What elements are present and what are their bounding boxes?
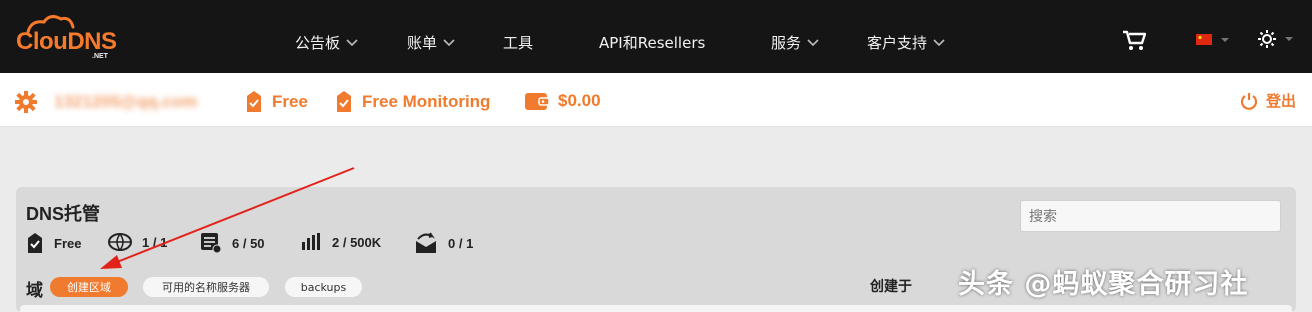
language-selector[interactable] bbox=[1196, 34, 1230, 45]
stat-mail-value: 0 / 1 bbox=[448, 235, 474, 251]
caret-down-icon bbox=[1285, 37, 1293, 41]
account-email: 1321205@qq.com bbox=[54, 92, 198, 111]
stat-queries: 2 / 500K bbox=[300, 232, 381, 252]
plan-label: Free bbox=[272, 92, 308, 111]
cart-button[interactable] bbox=[1122, 30, 1146, 52]
wallet-icon bbox=[525, 93, 550, 110]
monitoring-label: Free Monitoring bbox=[362, 92, 491, 111]
bar-chart-icon bbox=[302, 233, 320, 250]
stat-zones-value: 1 / 1 bbox=[142, 234, 168, 250]
nav-support-label: 客户支持 bbox=[867, 33, 928, 52]
created-column-header: 创建于 bbox=[870, 279, 912, 295]
gear-icon bbox=[15, 91, 37, 113]
stat-mail-forwards: 0 / 1 bbox=[414, 232, 473, 254]
nav-bulletin[interactable]: 公告板 bbox=[295, 30, 360, 54]
balance-link[interactable]: $0.00 bbox=[524, 90, 601, 112]
sun-settings-icon bbox=[1258, 30, 1276, 48]
nav-services[interactable]: 服务 bbox=[771, 30, 821, 54]
nav-api-label: API和Resellers bbox=[599, 33, 706, 52]
nav-billing-label: 账单 bbox=[407, 33, 438, 52]
name-servers-button[interactable]: 可用的名称服务器 bbox=[143, 277, 269, 297]
settings-menu[interactable] bbox=[1258, 30, 1294, 48]
zones-table bbox=[20, 305, 1292, 312]
chevron-down-icon bbox=[443, 39, 455, 47]
logo-text: ClouDNS bbox=[16, 28, 117, 55]
top-navbar: ClouDNS .NET 公告板 账单 工具 API和Resellers 服务 … bbox=[0, 0, 1312, 73]
logout-label: 登出 bbox=[1266, 93, 1297, 110]
nav-support[interactable]: 客户支持 bbox=[867, 30, 947, 54]
balance-label: $0.00 bbox=[558, 91, 601, 110]
logout-button[interactable]: 登出 bbox=[1240, 90, 1296, 111]
nav-billing[interactable]: 账单 bbox=[407, 30, 457, 54]
tag-check-icon bbox=[337, 91, 351, 112]
nav-tools[interactable]: 工具 bbox=[503, 30, 533, 54]
stat-records: 6 / 50 bbox=[200, 232, 265, 254]
plan-link[interactable]: Free bbox=[244, 90, 308, 114]
nav-services-label: 服务 bbox=[771, 33, 802, 52]
watermark-text: 头条 @蚂蚁聚合研习社 bbox=[958, 269, 1249, 300]
search-input[interactable] bbox=[1020, 200, 1281, 232]
account-bar: 1321205@qq.com Free Free Monitoring $0.0… bbox=[0, 73, 1312, 127]
cart-icon bbox=[1123, 30, 1146, 50]
server-records-icon bbox=[201, 233, 222, 254]
create-zone-button[interactable]: 创建区域 bbox=[50, 277, 128, 297]
globe-icon bbox=[108, 233, 132, 251]
china-flag-icon bbox=[1196, 34, 1212, 45]
nav-tools-label: 工具 bbox=[503, 33, 534, 52]
tag-check-icon bbox=[28, 233, 42, 253]
stat-records-value: 6 / 50 bbox=[232, 235, 265, 251]
stat-queries-value: 2 / 500K bbox=[332, 234, 382, 250]
power-icon bbox=[1240, 92, 1258, 110]
tag-check-icon bbox=[247, 91, 261, 112]
caret-down-icon bbox=[1221, 37, 1229, 42]
cloudns-logo[interactable]: ClouDNS .NET bbox=[14, 12, 117, 62]
account-settings[interactable]: 1321205@qq.com bbox=[14, 90, 197, 114]
chevron-down-icon bbox=[933, 39, 945, 47]
nav-api-resellers[interactable]: API和Resellers bbox=[599, 30, 705, 54]
stat-plan-value: Free bbox=[54, 235, 82, 251]
logo-sub: .NET bbox=[92, 53, 108, 60]
domain-label: 域 bbox=[26, 281, 43, 300]
backups-button[interactable]: backups bbox=[285, 277, 362, 297]
panel-title: DNS托管 bbox=[26, 204, 101, 224]
nav-bulletin-label: 公告板 bbox=[295, 33, 341, 52]
mail-forward-icon bbox=[416, 232, 436, 253]
chevron-down-icon bbox=[346, 39, 358, 47]
monitoring-link[interactable]: Free Monitoring bbox=[334, 90, 490, 114]
chevron-down-icon bbox=[807, 39, 819, 47]
stat-zones: 1 / 1 bbox=[108, 232, 167, 252]
stat-plan: Free bbox=[26, 232, 81, 254]
